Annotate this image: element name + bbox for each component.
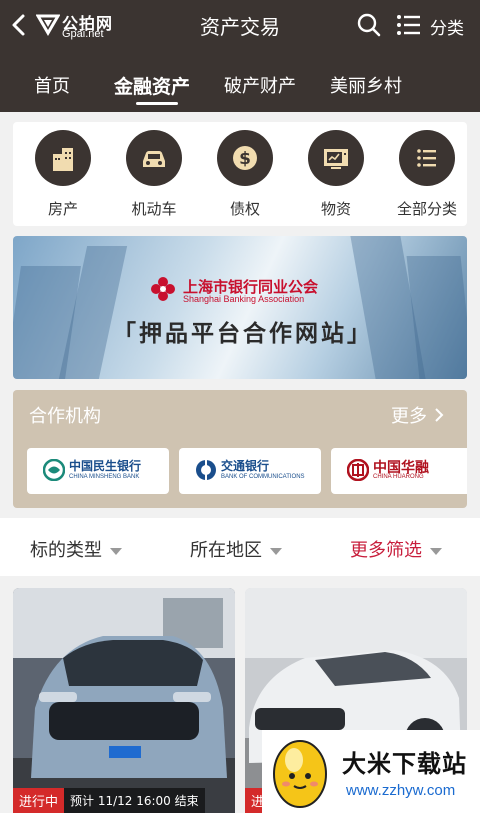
chevron-right-icon <box>435 408 444 422</box>
category-vehicle[interactable]: 机动车 <box>114 130 194 220</box>
vehicle-photo <box>13 588 235 813</box>
dollar-icon: $ <box>233 146 257 170</box>
watermark-url: www.zzhyw.com <box>346 782 456 799</box>
category-debt[interactable]: $ 债权 <box>205 130 285 220</box>
watermark-title: 大米下载站 <box>342 750 467 778</box>
category-label: 债权 <box>229 200 260 218</box>
partners-more-label: 更多 <box>391 406 427 427</box>
filter-item-type[interactable]: 标的类型 <box>30 536 122 562</box>
partner-name: 中国民生银行 <box>69 459 142 473</box>
banner-org-name-en: Shanghai Banking Association <box>183 294 305 304</box>
caret-down-icon <box>270 547 282 555</box>
caret-down-icon <box>430 547 442 555</box>
listing-end-time: 预计 11/12 16:00 结束 <box>64 788 205 813</box>
category-label: 物资 <box>320 200 351 218</box>
egg-mascot-icon <box>273 740 327 808</box>
category-icon-bg <box>35 130 91 186</box>
listing-card[interactable]: 进行中 预计 11/12 16:00 结束 <box>13 588 235 813</box>
top-bar: 公拍网 Gpai.net 资产交易 分类 <box>0 0 480 50</box>
app-header: 公拍网 Gpai.net 资产交易 分类 首页 金融资产 破产财产 美丽乡村 <box>0 0 480 112</box>
category-menu-icon[interactable] <box>396 12 422 38</box>
category-button[interactable]: 分类 <box>430 14 464 39</box>
list-icon <box>417 149 436 167</box>
tab-financial-assets[interactable]: 金融资产 <box>114 72 190 99</box>
tab-beautiful-village[interactable]: 美丽乡村 <box>330 72 402 98</box>
category-icon-bg <box>308 130 364 186</box>
partner-section: 合作机构 更多 中国民生银行 CHINA MINSHENG BANK 交通银行 … <box>13 390 467 508</box>
partner-card[interactable]: 中国华融 CHINA HUARONG <box>331 448 467 494</box>
filter-bar: 标的类型 所在地区 更多筛选 <box>0 518 480 576</box>
monitor-icon <box>324 149 348 169</box>
category-real-estate[interactable]: 房产 <box>23 130 103 220</box>
partner-name-en: CHINA HUARONG <box>373 474 424 480</box>
brand-domain: Gpai.net <box>62 28 104 40</box>
category-grid: 房产 机动车 $ 债权 物资 全部分类 <box>13 122 467 226</box>
category-goods[interactable]: 物资 <box>296 130 376 220</box>
active-tab-indicator <box>136 102 178 105</box>
promo-banner[interactable]: 上海市银行同业公会 Shanghai Banking Association 「… <box>13 236 467 379</box>
car-icon <box>143 151 165 167</box>
partner-name-en: BANK OF COMMUNICATIONS <box>221 474 305 480</box>
status-badge: 进行中 <box>13 788 65 813</box>
filter-label: 所在地区 <box>190 540 262 561</box>
filter-label: 更多筛选 <box>350 540 422 561</box>
tab-home[interactable]: 首页 <box>34 72 70 98</box>
partner-name: 交通银行 <box>221 459 270 473</box>
tab-bankruptcy-property[interactable]: 破产财产 <box>224 72 296 98</box>
search-icon[interactable] <box>356 12 382 38</box>
category-icon-bg: $ <box>217 130 273 186</box>
partner-name-en: CHINA MINSHENG BANK <box>69 474 140 480</box>
category-label: 房产 <box>47 200 78 218</box>
category-icon-bg <box>126 130 182 186</box>
association-logo-icon <box>151 277 175 301</box>
huarong-logo-icon <box>347 459 369 481</box>
partner-card[interactable]: 交通银行 BANK OF COMMUNICATIONS <box>179 448 321 494</box>
partners-more-link[interactable]: 更多 <box>391 402 445 428</box>
filter-label: 标的类型 <box>30 540 102 561</box>
partner-section-title: 合作机构 <box>29 406 101 427</box>
brand-mark-icon <box>36 14 60 36</box>
category-icon-bg <box>399 130 455 186</box>
minsheng-bank-logo-icon <box>43 459 65 481</box>
building-icon <box>53 148 73 171</box>
svg-text:$: $ <box>239 149 251 169</box>
page-title: 资产交易 <box>200 15 280 39</box>
bocom-logo-icon <box>196 460 216 480</box>
caret-down-icon <box>110 547 122 555</box>
listing-status-bar: 进行中 预计 11/12 16:00 结束 <box>13 788 205 813</box>
partner-card[interactable]: 中国民生银行 CHINA MINSHENG BANK <box>27 448 169 494</box>
tab-bar: 首页 金融资产 破产财产 美丽乡村 <box>0 60 480 110</box>
filter-more[interactable]: 更多筛选 <box>350 536 442 562</box>
banner-slogan: 「押品平台合作网站」 <box>113 321 373 347</box>
category-all[interactable]: 全部分类 <box>384 130 470 220</box>
back-icon[interactable] <box>8 10 30 40</box>
filter-region[interactable]: 所在地区 <box>190 536 282 562</box>
category-label: 机动车 <box>131 200 177 218</box>
brand-logo[interactable]: 公拍网 Gpai.net <box>36 8 128 42</box>
category-label: 全部分类 <box>396 200 457 218</box>
watermark: 大米下载站 www.zzhyw.com <box>262 730 480 813</box>
